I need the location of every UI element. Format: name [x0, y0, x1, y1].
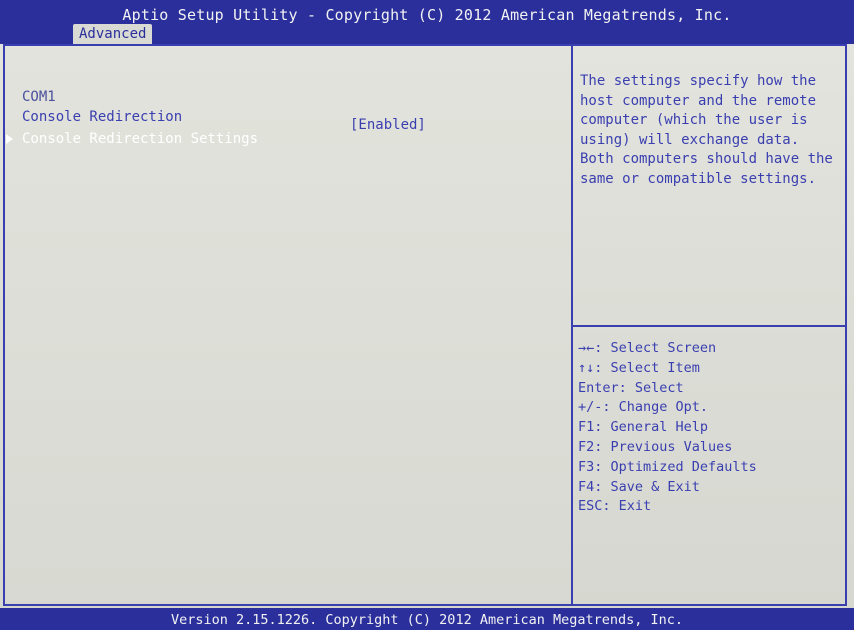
help-line: host computer and the remote: [580, 92, 817, 109]
help-line: The settings specify how the: [580, 73, 817, 89]
help-line: using) will exchange data.: [580, 131, 800, 148]
key-select-item: ↑↓: Select Item: [578, 359, 700, 376]
tab-advanced[interactable]: Advanced: [73, 24, 153, 44]
help-description: The settings specify how the host comput…: [580, 72, 842, 189]
submenu-arrow-icon: [6, 134, 13, 144]
bios-screen: Aptio Setup Utility - Copyright (C) 2012…: [0, 0, 854, 630]
key-general-help: F1: General Help: [578, 419, 709, 436]
console-redirection-settings-item[interactable]: Console Redirection Settings: [22, 131, 258, 147]
help-line: Both computers should have the: [580, 151, 833, 167]
key-save-exit: F4: Save & Exit: [578, 478, 700, 495]
help-divider: [573, 325, 845, 327]
help-line: same or compatible settings.: [580, 170, 817, 187]
app-title: Aptio Setup Utility - Copyright (C) 2012…: [122, 6, 732, 24]
frame-bottom-border: [3, 604, 847, 606]
key-select-screen: →←: Select Screen: [578, 340, 717, 356]
key-esc-exit: ESC: Exit: [578, 498, 652, 515]
version-footer: Version 2.15.1226. Copyright (C) 2012 Am…: [170, 612, 684, 628]
key-optimized-defaults: F3: Optimized Defaults: [578, 458, 757, 475]
help-line: computer (which the user is: [580, 112, 808, 128]
key-enter-select: Enter: Select: [578, 379, 684, 396]
key-change-opt: +/-: Change Opt.: [578, 399, 709, 416]
console-redirection-label[interactable]: Console Redirection: [22, 109, 182, 125]
key-legend: →←: Select Screen ↑↓: Select Item Enter:…: [578, 339, 840, 517]
console-redirection-value[interactable]: [Enabled]: [350, 117, 426, 133]
section-label-com1: COM1: [22, 89, 56, 105]
key-previous-values: F2: Previous Values: [578, 438, 733, 455]
